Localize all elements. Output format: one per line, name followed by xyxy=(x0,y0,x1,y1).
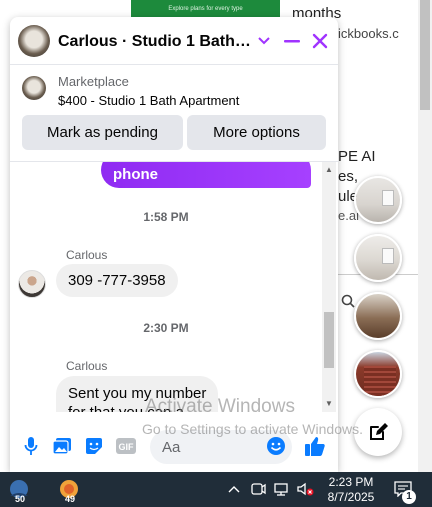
outgoing-message-text: phone xyxy=(113,166,158,183)
mark-as-pending-button[interactable]: Mark as pending xyxy=(22,115,183,150)
outgoing-message-bubble: phone xyxy=(101,162,311,188)
gif-label: GIF xyxy=(119,442,135,452)
thumbs-up-icon[interactable] xyxy=(304,435,326,457)
weather-widget-1[interactable]: 50 xyxy=(6,478,32,504)
timestamp: 2:30 PM xyxy=(143,321,189,335)
taskbar-clock[interactable]: 2:23 PM 8/7/2025 xyxy=(322,475,380,505)
chevron-down-icon[interactable] xyxy=(254,31,274,51)
photo-icon[interactable] xyxy=(51,435,73,457)
gif-icon[interactable]: GIF xyxy=(114,435,138,457)
notification-count-badge: 1 xyxy=(402,490,416,504)
page-scrollbar[interactable] xyxy=(418,0,432,472)
chevron-up-icon[interactable] xyxy=(226,481,242,497)
windows-taskbar: 50 49 2:23 PM 8/7/2025 1 xyxy=(0,472,432,507)
chat-head-3[interactable] xyxy=(354,292,402,340)
incoming-message-text: 309 -777-3958 xyxy=(68,272,166,289)
listing-title[interactable]: $400 - Studio 1 Bath Apartment xyxy=(58,93,239,108)
weather-temp: 49 xyxy=(65,494,76,504)
scroll-down-arrow-icon[interactable]: ▼ xyxy=(324,399,334,409)
background-text-es: es, xyxy=(338,168,359,185)
incoming-message-text: for that you can a xyxy=(68,403,206,412)
message-composer: GIF xyxy=(10,423,338,472)
sticker-icon[interactable] xyxy=(83,435,105,457)
chat-title[interactable]: Carlous · Studio 1 Bath Ap... xyxy=(58,33,254,51)
clock-date: 8/7/2025 xyxy=(327,490,375,504)
meet-now-icon[interactable] xyxy=(250,481,266,497)
message-scrollbar-thumb[interactable] xyxy=(324,312,334,368)
background-search-icon xyxy=(341,294,355,308)
sender-avatar[interactable] xyxy=(18,270,46,298)
volume-muted-icon[interactable] xyxy=(296,481,314,497)
chat-header[interactable]: Carlous · Studio 1 Bath Ap... xyxy=(10,17,338,65)
listing-thumbnail[interactable] xyxy=(22,76,46,100)
minimize-icon[interactable] xyxy=(282,31,302,51)
sender-name: Carlous xyxy=(66,248,108,262)
close-icon[interactable] xyxy=(310,31,330,51)
compose-icon xyxy=(370,423,388,440)
weather-widget-2[interactable]: 49 xyxy=(56,478,82,504)
weather-temp: 50 xyxy=(15,494,26,504)
page-scrollbar-thumb[interactable] xyxy=(420,0,430,110)
background-ad-banner: Explore plans for every type xyxy=(131,0,280,17)
emoji-icon[interactable] xyxy=(265,435,287,457)
message-thread[interactable]: phone 1:58 PM Carlous 309 -777-3958 2:30… xyxy=(10,162,338,412)
chat-head-1[interactable] xyxy=(354,176,402,224)
marketplace-listing-panel: Marketplace $400 - Studio 1 Bath Apartme… xyxy=(10,66,338,162)
background-text-pe-ai: PE AI xyxy=(338,148,376,165)
scroll-up-arrow-icon[interactable]: ▲ xyxy=(324,165,334,175)
messenger-chat-window: Carlous · Studio 1 Bath Ap... Marketplac… xyxy=(10,17,338,472)
chat-avatar[interactable] xyxy=(18,25,50,57)
ad-subtext: Explore plans for every type xyxy=(168,6,243,12)
timestamp: 1:58 PM xyxy=(143,210,189,224)
more-options-button[interactable]: More options xyxy=(187,115,326,150)
incoming-message-bubble: Sent you my number for that you can a xyxy=(56,376,219,412)
microphone-icon[interactable] xyxy=(20,435,42,457)
sender-name: Carlous xyxy=(66,359,108,373)
chat-head-4[interactable] xyxy=(354,350,402,398)
clock-time: 2:23 PM xyxy=(328,475,374,489)
new-message-button[interactable] xyxy=(354,408,402,456)
background-text-quickbooks: ickbooks.c xyxy=(338,26,399,41)
message-scrollbar[interactable]: ▲ ▼ xyxy=(322,162,336,412)
marketplace-label: Marketplace xyxy=(58,74,129,89)
network-icon[interactable] xyxy=(273,481,289,497)
chat-head-2[interactable] xyxy=(354,234,402,282)
incoming-message-text: Sent you my number xyxy=(68,385,207,402)
incoming-message-bubble: 309 -777-3958 xyxy=(56,264,178,297)
